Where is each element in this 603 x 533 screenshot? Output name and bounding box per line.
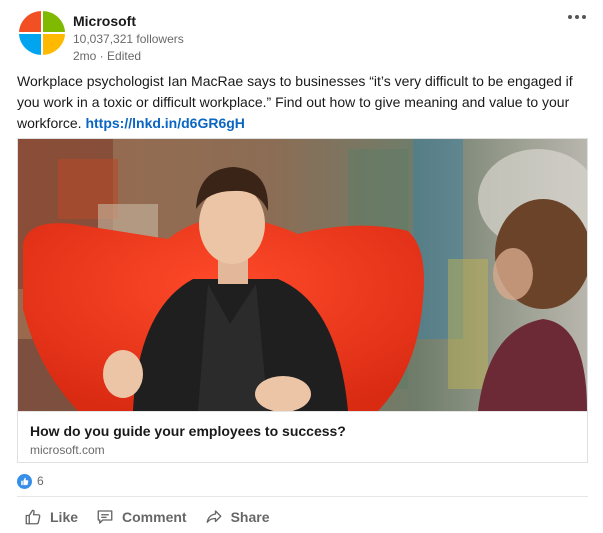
more-icon-dot	[568, 15, 572, 19]
article-title[interactable]: How do you guide your employees to succe…	[30, 423, 346, 439]
edited-label: Edited	[107, 49, 142, 63]
reaction-count[interactable]: 6	[37, 474, 44, 488]
like-icon	[17, 473, 32, 489]
like-label: Like	[50, 509, 79, 525]
share-icon	[206, 510, 222, 523]
comment-button[interactable]: Comment	[88, 502, 195, 532]
more-icon-dot	[575, 15, 579, 19]
microsoft-logo[interactable]	[19, 11, 65, 55]
post-link[interactable]: https://lnkd.in/d6GR6gH	[85, 115, 244, 131]
like-button[interactable]: Like	[16, 502, 86, 532]
divider	[17, 496, 588, 497]
follower-count: 10,037,321 followers	[73, 32, 184, 46]
more-icon-dot	[582, 15, 586, 19]
feed-post: Microsoft 10,037,321 followers 2mo · Edi…	[0, 0, 603, 533]
article-domain: microsoft.com	[30, 443, 105, 457]
author-name[interactable]: Microsoft	[73, 13, 136, 29]
thumbs-up-icon	[25, 509, 41, 525]
post-time: 2mo	[73, 49, 97, 63]
article-card[interactable]: How do you guide your employees to succe…	[17, 138, 588, 463]
post-commentary: Workplace psychologist Ian MacRae says t…	[17, 71, 587, 134]
article-info[interactable]: How do you guide your employees to succe…	[18, 411, 587, 462]
social-counts[interactable]: 6	[17, 472, 44, 490]
comment-icon	[97, 510, 113, 524]
comment-label: Comment	[122, 509, 187, 525]
share-label: Share	[230, 509, 270, 525]
action-bar: Like Comment Share	[16, 502, 280, 532]
more-options-button[interactable]	[563, 6, 591, 28]
post-meta: 2mo · Edited	[73, 49, 142, 63]
share-button[interactable]: Share	[197, 502, 278, 532]
article-image[interactable]	[18, 139, 587, 412]
